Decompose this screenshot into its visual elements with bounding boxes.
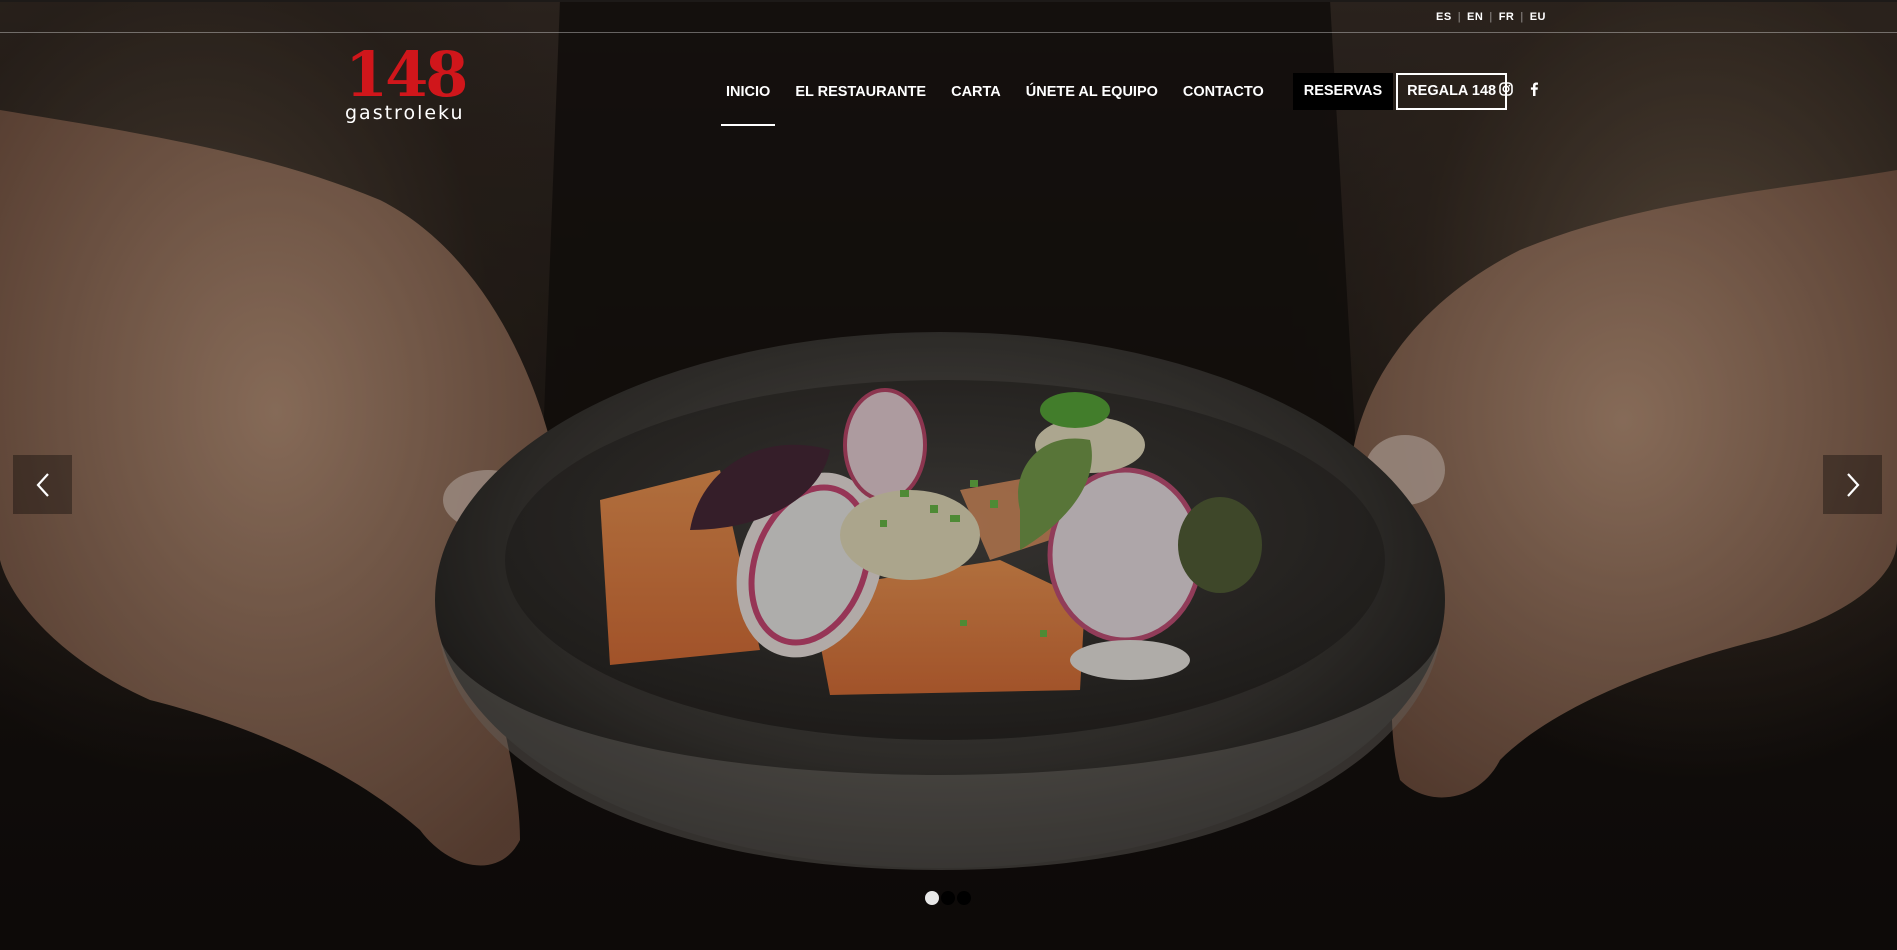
slider-prev-button[interactable]: [13, 455, 72, 514]
lang-en[interactable]: EN: [1461, 11, 1489, 23]
nav-contacto[interactable]: CONTACTO: [1179, 76, 1268, 108]
nav-inicio[interactable]: INICIO: [720, 76, 776, 126]
slider-next-button[interactable]: [1823, 455, 1882, 514]
chevron-left-icon: [36, 472, 49, 497]
logo-number: 148: [345, 38, 468, 111]
hero-slider: [0, 0, 1897, 950]
lang-eu[interactable]: EU: [1524, 11, 1552, 23]
chevron-right-icon: [1846, 472, 1859, 497]
main-nav: INICIO EL RESTAURANTE CARTA ÚNETE AL EQU…: [720, 73, 1508, 126]
instagram-icon[interactable]: [1499, 82, 1513, 96]
site-logo[interactable]: 148 gastroleku: [345, 38, 475, 125]
social-links: [1499, 82, 1539, 96]
hero-image: [0, 0, 1897, 950]
slider-dot-1[interactable]: [925, 891, 939, 905]
nav-el-restaurante[interactable]: EL RESTAURANTE: [791, 76, 930, 108]
lang-fr[interactable]: FR: [1493, 11, 1521, 23]
regala-button[interactable]: REGALA 148: [1396, 73, 1508, 110]
reservas-button[interactable]: RESERVAS: [1292, 73, 1394, 110]
slider-dot-3[interactable]: [957, 891, 971, 905]
header-divider: [0, 32, 1897, 33]
slider-dot-2[interactable]: [941, 891, 955, 905]
facebook-icon[interactable]: [1529, 82, 1539, 96]
lang-es[interactable]: ES: [1430, 11, 1458, 23]
nav-carta[interactable]: CARTA: [947, 76, 1005, 108]
top-border: [0, 0, 1897, 2]
nav-unete-al-equipo[interactable]: ÚNETE AL EQUIPO: [1022, 76, 1162, 108]
language-switcher: ES | EN | FR | EU: [1430, 11, 1552, 23]
slider-dots: [925, 891, 971, 905]
logo-name: gastroleku: [345, 102, 465, 124]
